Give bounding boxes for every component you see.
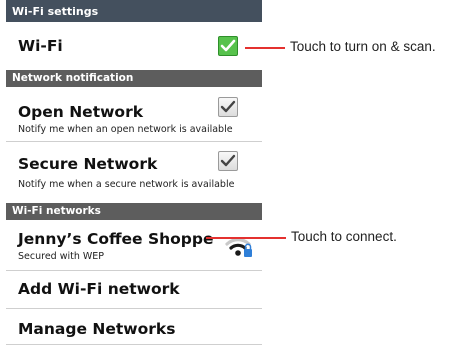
screen-title: Wi-Fi settings: [6, 0, 262, 22]
wifi-toggle-label: Wi-Fi: [18, 37, 63, 55]
wifi-checkbox[interactable]: [218, 36, 238, 56]
section-network-notification: Network notification: [6, 70, 262, 87]
add-wifi-network-label: Add Wi-Fi network: [18, 280, 180, 298]
callout-line-connect: [206, 237, 286, 239]
callout-connect-text: Touch to connect.: [291, 229, 397, 244]
checkmark-icon: [220, 39, 236, 52]
checkmark-icon: [220, 154, 236, 167]
open-network-subtitle: Notify me when an open network is availa…: [18, 124, 233, 135]
manage-networks-label: Manage Networks: [18, 320, 176, 338]
network-list-item[interactable]: Jenny’s Coffee Shoppe Secured with WEP: [6, 220, 262, 270]
checkmark-icon: [220, 100, 236, 113]
secure-network-row[interactable]: Secure Network Notify me when a secure n…: [6, 141, 262, 202]
wifi-settings-screen: Wi-Fi settings Wi-Fi Network notificatio…: [6, 0, 262, 346]
wifi-toggle-row[interactable]: Wi-Fi: [6, 22, 262, 70]
manage-networks-item[interactable]: Manage Networks: [6, 308, 262, 346]
add-wifi-network-item[interactable]: Add Wi-Fi network: [6, 270, 262, 308]
section-wifi-networks: Wi-Fi networks: [6, 203, 262, 220]
open-network-row[interactable]: Open Network Notify me when an open netw…: [6, 87, 262, 141]
secure-network-title: Secure Network: [18, 155, 158, 173]
secure-network-checkbox[interactable]: [218, 151, 238, 171]
open-network-title: Open Network: [18, 103, 144, 121]
callout-line-toggle: [245, 47, 285, 49]
secure-network-subtitle: Notify me when a secure network is avail…: [18, 179, 235, 190]
list-divider: [6, 344, 262, 345]
network-security: Secured with WEP: [18, 251, 105, 262]
network-name: Jenny’s Coffee Shoppe: [18, 230, 214, 248]
open-network-checkbox[interactable]: [218, 97, 238, 117]
callout-toggle-text: Touch to turn on & scan.: [290, 39, 436, 54]
